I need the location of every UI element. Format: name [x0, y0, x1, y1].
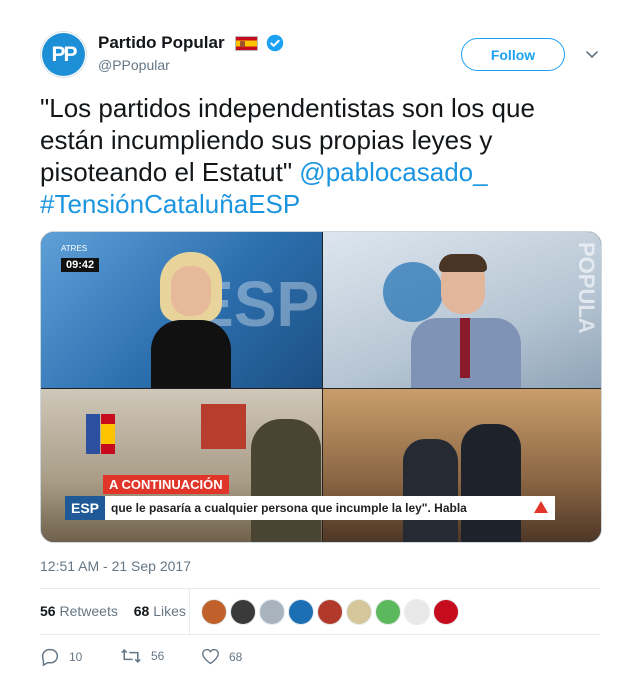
liker-avatar[interactable]: [346, 599, 372, 625]
clock-tag: 09:42: [61, 258, 100, 272]
banner-label: A CONTINUACIÓN: [103, 475, 229, 494]
retweets-stat[interactable]: 56 Retweets: [40, 603, 118, 619]
avatar-text: PP: [51, 42, 77, 66]
news-ticker: ESP que le pasaría a cualquier persona q…: [65, 496, 555, 520]
guest-figure: [411, 252, 521, 388]
liker-avatar[interactable]: [317, 599, 343, 625]
wall-painting: [201, 404, 246, 449]
liker-avatar[interactable]: [433, 599, 459, 625]
divider: [40, 634, 600, 635]
reply-action[interactable]: 10: [40, 648, 82, 666]
retweet-icon: [121, 648, 141, 664]
engagement-stats: 56 Retweets 68 Likes: [40, 603, 186, 619]
tweet-actions: 10 56 68: [40, 648, 340, 668]
pp-logo-icon: PP: [42, 33, 85, 76]
verified-badge-icon: [267, 34, 284, 52]
liker-avatar[interactable]: [201, 599, 227, 625]
author-block: Partido Popular @PPopular: [98, 33, 284, 73]
politicians-figures: [403, 419, 523, 542]
heart-icon: [202, 648, 219, 665]
spain-flag-icon: [235, 35, 259, 51]
retweet-count: 56: [151, 649, 165, 663]
camera-operator: [251, 419, 321, 542]
retweet-action[interactable]: 56: [120, 648, 164, 664]
handle[interactable]: @PPopular: [98, 57, 284, 73]
channel-small: ATRES: [61, 244, 88, 253]
wall-text: POPULA: [574, 242, 599, 334]
eu-flag: [86, 414, 100, 454]
liker-avatar[interactable]: [375, 599, 401, 625]
spain-flag: [101, 414, 115, 454]
tweet-text: "Los partidos independentistas son los q…: [40, 92, 600, 220]
likes-stat[interactable]: 68 Likes: [134, 603, 186, 619]
mention-link[interactable]: @pablocasado_: [299, 157, 487, 187]
display-name[interactable]: Partido Popular: [98, 33, 225, 53]
chevron-down-icon[interactable]: [584, 46, 600, 62]
like-count: 68: [229, 649, 243, 664]
ticker-tag: ESP: [65, 496, 106, 520]
liker-avatar[interactable]: [288, 599, 314, 625]
antena3-logo-icon: [527, 496, 555, 520]
avatar[interactable]: PP: [40, 31, 87, 78]
follow-button[interactable]: Follow: [461, 38, 565, 71]
reply-icon: [41, 648, 59, 666]
likers-avatars: [201, 599, 462, 625]
liker-avatar[interactable]: [404, 599, 430, 625]
reply-count: 10: [69, 650, 83, 664]
ticker-text: que le pasaría a cualquier persona que i…: [111, 501, 467, 515]
tweet-header: PP Partido Popular @PPopular Follow: [40, 31, 600, 81]
presenter-figure: [146, 252, 236, 388]
video-panel-presenter: ESP ATRES 09:42: [41, 232, 322, 388]
divider: [40, 588, 600, 589]
hashtag-link[interactable]: #TensiónCataluñaESP: [40, 189, 300, 219]
stats-separator: [189, 588, 190, 634]
video-panel-guest: POPULA: [323, 232, 601, 388]
liker-avatar[interactable]: [230, 599, 256, 625]
like-action[interactable]: 68: [201, 648, 242, 665]
tweet-media[interactable]: ESP ATRES 09:42 POPULA A CONTINUACIÓN ES…: [40, 231, 602, 543]
liker-avatar[interactable]: [259, 599, 285, 625]
timestamp[interactable]: 12:51 AM - 21 Sep 2017: [40, 558, 191, 574]
